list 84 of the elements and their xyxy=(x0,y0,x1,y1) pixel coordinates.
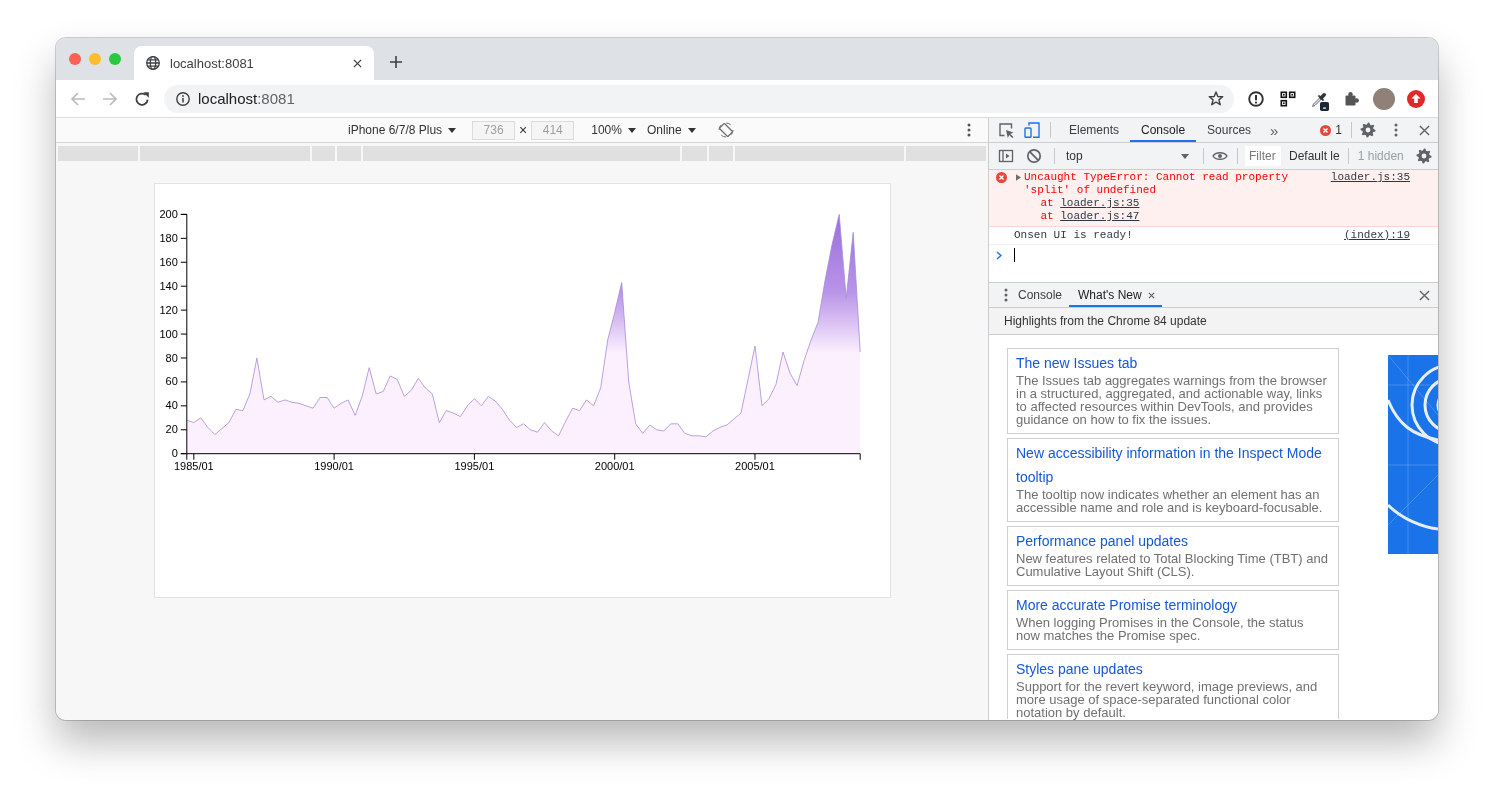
axis-tick-label: 1990/01 xyxy=(313,459,354,472)
card-title-link[interactable]: The new Issues tab xyxy=(1016,351,1331,375)
bookmark-star-icon[interactable] xyxy=(1208,90,1224,107)
caret-icon xyxy=(1181,153,1189,159)
settings-icon[interactable] xyxy=(1360,122,1376,138)
stack-trace-line: at loader.js:47 xyxy=(1039,210,1141,223)
menu-icon[interactable] xyxy=(967,123,971,137)
throttling-select[interactable]: Online xyxy=(646,123,696,137)
more-tabs-button[interactable]: » xyxy=(1262,118,1287,142)
device-toolbar-icon[interactable] xyxy=(1024,122,1040,138)
devtools-tab[interactable]: Sources xyxy=(1196,118,1263,142)
menu-icon[interactable] xyxy=(1004,288,1008,302)
close-icon[interactable] xyxy=(1418,289,1430,301)
error-count-button[interactable]: 1 xyxy=(1320,118,1342,142)
axis-tick-label: 0 xyxy=(171,447,178,460)
reload-icon[interactable] xyxy=(134,90,150,107)
inspect-element-icon[interactable] xyxy=(998,122,1014,138)
caret-icon xyxy=(687,127,696,133)
axis-tick-label: 2000/01 xyxy=(594,459,635,472)
close-dot-icon[interactable] xyxy=(69,53,81,65)
caret-icon xyxy=(448,127,457,133)
browser-tab[interactable]: localhost:8081 xyxy=(134,46,374,80)
axis-tick-label: 80 xyxy=(165,351,178,364)
settings-icon[interactable] xyxy=(1416,148,1432,164)
source-link[interactable]: loader.js:47 xyxy=(1060,210,1140,222)
error-icon xyxy=(996,172,1007,183)
source-link[interactable]: (index):19 xyxy=(1334,229,1438,242)
menu-icon[interactable] xyxy=(1394,123,1398,137)
axis-tick-label: 1995/01 xyxy=(454,459,494,472)
eyedropper-icon[interactable] xyxy=(1311,90,1329,111)
dimension-separator: × xyxy=(519,122,528,138)
alert-circle-icon[interactable] xyxy=(1248,90,1264,107)
screen-rotate-icon[interactable] xyxy=(717,122,734,138)
qr-code-icon[interactable] xyxy=(1280,90,1296,107)
close-icon[interactable] xyxy=(353,58,362,68)
card-description: The Issues tab aggregates warnings from the browser in a structured, aggregated, and actionable way, links to affected resources within DevTools, and provides guidance on how to fix the issues. xyxy=(1016,374,1328,426)
puzzle-icon[interactable] xyxy=(1344,90,1360,107)
avatar-icon[interactable] xyxy=(1373,87,1395,110)
card-description: New features related to Total Blocking Time (TBT) and Cumulative Layout Shift (CLS). xyxy=(1016,552,1329,578)
context-select[interactable]: top xyxy=(1062,149,1195,163)
axis-tick-label: 20 xyxy=(165,423,178,436)
source-link[interactable]: loader.js:35 xyxy=(1060,197,1140,209)
close-icon[interactable] xyxy=(1147,291,1155,299)
axis-tick-label: 120 xyxy=(158,303,178,316)
info-icon[interactable] xyxy=(176,91,190,106)
prompt-icon xyxy=(996,250,1002,260)
caret-icon xyxy=(627,127,636,133)
card-description: The tooltip now indicates whether an element has an accessible name and role and is keyboard-focusable. xyxy=(1016,488,1324,514)
card-title-link[interactable]: New accessibility information in the Inspect Mode tooltip xyxy=(1016,441,1331,489)
close-icon[interactable] xyxy=(1418,124,1430,136)
filter-field[interactable]: Filter xyxy=(1245,146,1281,166)
card-title-link[interactable]: Performance panel updates xyxy=(1016,529,1331,553)
new-tab-icon[interactable] xyxy=(390,56,402,68)
sidebar-toggle-icon[interactable] xyxy=(998,148,1014,164)
globe-icon xyxy=(146,56,160,70)
axis-tick-label: 200 xyxy=(158,207,178,220)
card-title-link[interactable]: More accurate Promise terminology xyxy=(1016,593,1331,617)
axis-tick-label: 100 xyxy=(158,327,178,340)
drawer-tab[interactable]: Console xyxy=(1008,283,1070,307)
card-description: Support for the revert keyword, image previews, and more usage of space-separated functional color notation by default. xyxy=(1016,680,1319,719)
axis-tick-label: 1985/01 xyxy=(173,459,214,472)
clear-console-icon[interactable] xyxy=(1026,148,1042,164)
axis-tick-label: 40 xyxy=(165,399,178,412)
source-link[interactable]: loader.js:35 xyxy=(1320,171,1438,184)
axis-tick-label: 60 xyxy=(165,375,178,388)
card-description: When logging Promises in the Console, the status now matches the Promise spec. xyxy=(1016,616,1305,642)
axis-tick-label: 140 xyxy=(158,279,178,292)
error-icon xyxy=(1320,124,1332,136)
minimize-dot-icon[interactable] xyxy=(89,53,101,65)
address-field[interactable]: localhost:8081 xyxy=(164,84,1234,113)
axis-tick-label: 160 xyxy=(158,255,178,268)
device-select[interactable]: iPhone 6/7/8 Plus xyxy=(348,123,457,137)
axis-tick-label: 2005/01 xyxy=(734,459,775,472)
expand-triangle-icon[interactable] xyxy=(1016,174,1021,181)
log-levels-select[interactable]: Default le xyxy=(1289,149,1340,163)
stack-trace-line: at loader.js:35 xyxy=(1039,197,1141,210)
hidden-count: 1 hidden xyxy=(1357,149,1404,163)
log-message: Onsen UI is ready! xyxy=(1014,229,1133,241)
axis-tick-label: 180 xyxy=(158,231,178,244)
devtools-tab[interactable]: Elements xyxy=(1058,118,1131,142)
zoom-select[interactable]: 100% xyxy=(591,123,636,137)
card-title-link[interactable]: Styles pane updates xyxy=(1016,657,1331,681)
zoom-dot-icon[interactable] xyxy=(109,53,121,65)
drawer-header: Highlights from the Chrome 84 update xyxy=(989,308,1438,335)
